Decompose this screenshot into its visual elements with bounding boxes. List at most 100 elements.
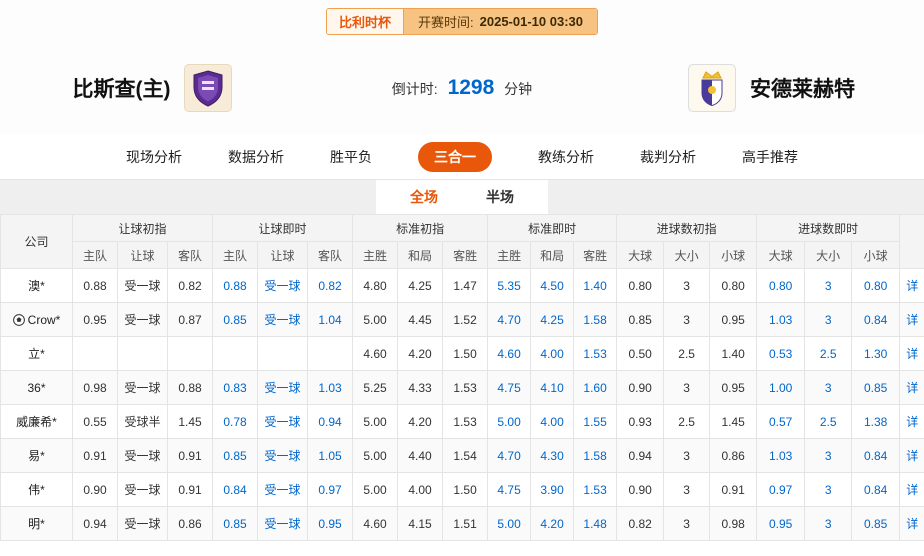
odds-cell: 1.04: [308, 303, 353, 337]
odds-cell: 0.91: [168, 473, 213, 507]
odds-cell: 受一球: [258, 371, 308, 405]
odds-cell: 0.95: [710, 303, 757, 337]
company-header: 公司: [1, 215, 73, 269]
odds-cell: 0.50: [617, 337, 664, 371]
subheader: 大球: [617, 242, 664, 269]
odds-cell: 4.60: [353, 337, 398, 371]
odds-cell: 3: [805, 303, 852, 337]
subheader: 客胜: [574, 242, 617, 269]
tab-half-match[interactable]: 半场: [486, 187, 514, 207]
odds-cell: 0.84: [213, 473, 258, 507]
odds-cell: 1.53: [574, 473, 617, 507]
detail-link[interactable]: 详: [900, 303, 924, 337]
odds-cell: 4.45: [398, 303, 443, 337]
company-cell: 易*: [1, 439, 73, 473]
company-cell: 澳*: [1, 269, 73, 303]
odds-cell: 1.00: [757, 371, 805, 405]
odds-cell: 0.95: [308, 507, 353, 541]
period-tabwrap: 全场 半场: [376, 180, 548, 214]
company-cell: 明*: [1, 507, 73, 541]
nav-item-data-analysis[interactable]: 数据分析: [228, 147, 284, 167]
company-cell: 36*: [1, 371, 73, 405]
odds-cell: 1.48: [574, 507, 617, 541]
odds-table: 公司 让球初指 让球即时 标准初指 标准即时 进球数初指 进球数即时 主队 让球…: [0, 214, 924, 541]
odds-cell: 0.98: [710, 507, 757, 541]
company-cell: 立*: [1, 337, 73, 371]
odds-cell: 0.85: [213, 507, 258, 541]
odds-cell: 1.53: [574, 337, 617, 371]
countdown-unit: 分钟: [504, 81, 532, 97]
company-name: 36*: [27, 381, 45, 395]
odds-cell: 0.95: [710, 371, 757, 405]
nav-item-live-analysis[interactable]: 现场分析: [126, 147, 182, 167]
odds-cell: 1.53: [443, 371, 488, 405]
odds-cell: 1.03: [757, 303, 805, 337]
subheader: 主胜: [353, 242, 398, 269]
odds-cell: 3: [805, 439, 852, 473]
detail-header: [900, 215, 924, 269]
odds-cell: 1.45: [168, 405, 213, 439]
odds-cell: 1.52: [443, 303, 488, 337]
odds-cell: 2.5: [805, 337, 852, 371]
home-team-name: 比斯查(主): [72, 73, 170, 103]
odds-cell: [258, 337, 308, 371]
odds-cell: 受球半: [118, 405, 168, 439]
odds-cell: 0.98: [73, 371, 118, 405]
kickoff-value: 2025-01-10 03:30: [480, 14, 583, 29]
countdown: 倒计时: 1298 分钟: [305, 76, 619, 100]
top-strip: 比利时杯 开赛时间: 2025-01-10 03:30: [0, 0, 924, 42]
odds-cell: 受一球: [118, 269, 168, 303]
odds-cell: 0.91: [168, 439, 213, 473]
detail-link[interactable]: 详: [900, 269, 924, 303]
nav-item-coach-analysis[interactable]: 教练分析: [538, 147, 594, 167]
nav-item-win-draw-lose[interactable]: 胜平负: [330, 147, 372, 167]
detail-link[interactable]: 详: [900, 371, 924, 405]
odds-cell: 0.84: [852, 473, 900, 507]
football-icon: [13, 314, 25, 326]
odds-cell: 0.82: [168, 269, 213, 303]
subheader: 主队: [73, 242, 118, 269]
odds-cell: 4.20: [398, 405, 443, 439]
odds-cell: 3: [664, 439, 710, 473]
odds-cell: 4.30: [531, 439, 574, 473]
detail-link[interactable]: 详: [900, 405, 924, 439]
odds-cell: 4.00: [398, 473, 443, 507]
detail-link[interactable]: 详: [900, 473, 924, 507]
odds-cell: 5.25: [353, 371, 398, 405]
odds-cell: 0.80: [617, 269, 664, 303]
odds-cell: 1.58: [574, 439, 617, 473]
odds-cell: 受一球: [258, 507, 308, 541]
odds-cell: [73, 337, 118, 371]
odds-cell: 受一球: [258, 269, 308, 303]
table-row: 明* 0.94受一球0.860.85受一球0.954.604.151.515.0…: [1, 507, 924, 541]
detail-link[interactable]: 详: [900, 439, 924, 473]
company-name: 明*: [28, 517, 45, 531]
detail-link[interactable]: 详: [900, 337, 924, 371]
home-team: 比斯查(主): [0, 64, 305, 112]
odds-cell: 3: [664, 507, 710, 541]
nav-item-three-in-one[interactable]: 三合一: [418, 142, 492, 172]
odds-cell: 0.80: [757, 269, 805, 303]
nav-item-expert-picks[interactable]: 高手推荐: [742, 147, 798, 167]
odds-cell: 2.5: [664, 405, 710, 439]
detail-link[interactable]: 详: [900, 507, 924, 541]
odds-cell: 4.20: [398, 337, 443, 371]
home-team-crest-icon: [184, 64, 232, 112]
odds-cell: 0.94: [617, 439, 664, 473]
odds-cell: 5.35: [488, 269, 531, 303]
odds-cell: 4.25: [531, 303, 574, 337]
kickoff-time: 开赛时间: 2025-01-10 03:30: [404, 9, 597, 34]
odds-cell: 4.25: [398, 269, 443, 303]
table-row: 伟* 0.90受一球0.910.84受一球0.975.004.001.504.7…: [1, 473, 924, 507]
odds-cell: 4.60: [353, 507, 398, 541]
odds-cell: 0.84: [852, 303, 900, 337]
odds-cell: 受一球: [258, 303, 308, 337]
odds-cell: 1.50: [443, 473, 488, 507]
odds-cell: 5.00: [353, 439, 398, 473]
odds-cell: 0.88: [213, 269, 258, 303]
subheader: 让球: [258, 242, 308, 269]
tab-full-match[interactable]: 全场: [410, 187, 438, 207]
odds-cell: 4.50: [531, 269, 574, 303]
odds-cell: [213, 337, 258, 371]
nav-item-referee-analysis[interactable]: 裁判分析: [640, 147, 696, 167]
